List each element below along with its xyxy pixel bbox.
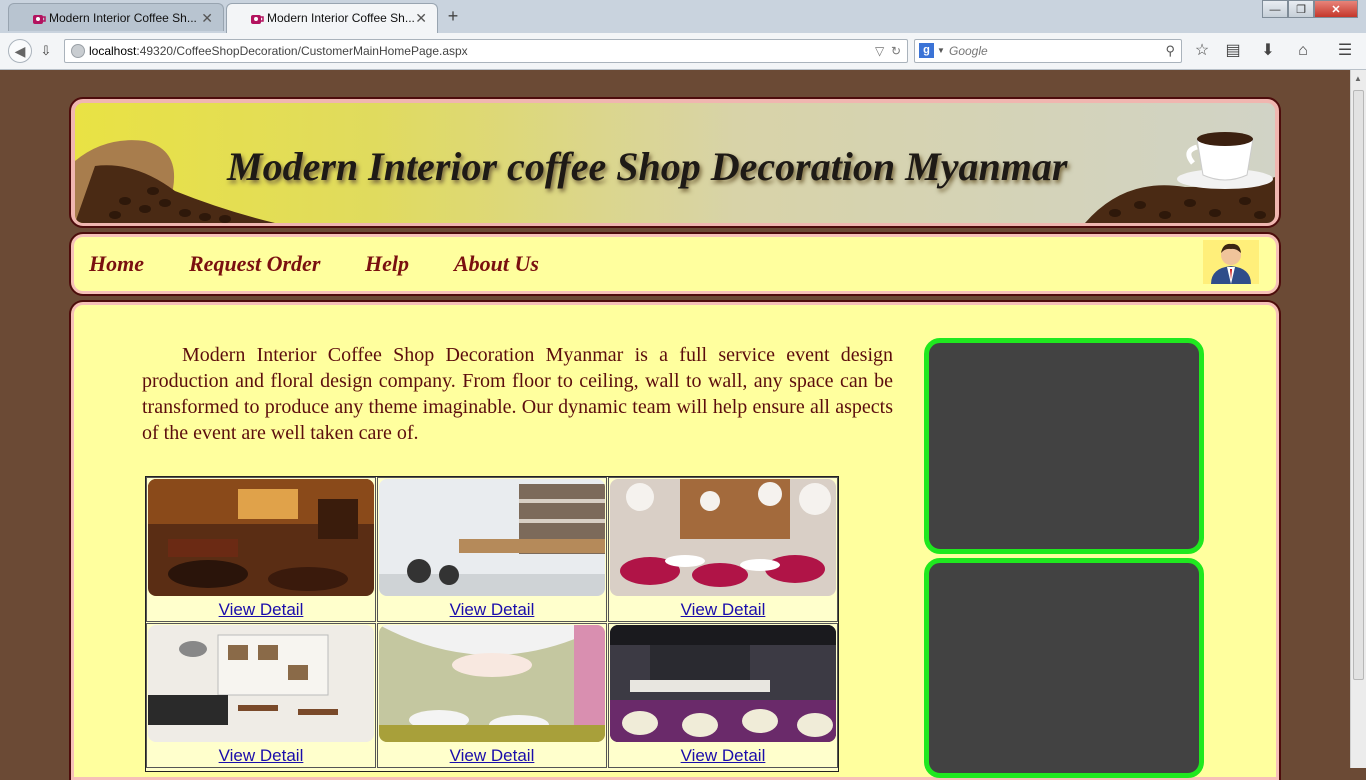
tab-title: Modern Interior Coffee Sh... (49, 11, 197, 25)
menu-hamburger-icon[interactable]: ☰ (1335, 41, 1355, 61)
browser-tab-1[interactable]: Modern Interior Coffee Sh... ✕ (8, 3, 224, 31)
back-arrow-icon: ◀ (14, 43, 26, 59)
header-banner: Modern Interior coffee Shop Decoration M… (75, 103, 1275, 223)
intro-paragraph: Modern Interior Coffee Shop Decoration M… (142, 344, 893, 444)
scroll-up-icon[interactable]: ▲ (1354, 74, 1362, 83)
vertical-scrollbar[interactable]: ▲ (1350, 70, 1366, 768)
address-bar[interactable]: localhost:49320/CoffeeShopDecoration/Cus… (64, 39, 908, 63)
futuristic-lounge-image (379, 625, 605, 742)
cup-favicon-icon (251, 15, 264, 24)
menu-home-link[interactable]: Home (89, 251, 144, 277)
reload-icon[interactable]: ↻ (891, 44, 901, 58)
tab-title: Modern Interior Coffee Sh... (267, 11, 415, 25)
new-tab-button[interactable]: + (445, 4, 461, 28)
scrollbar-thumb[interactable] (1353, 90, 1364, 680)
navigation-toolbar: ◀ ⇩ localhost:49320/CoffeeShopDecoration… (0, 33, 1366, 70)
gallery-cell: View Detail (146, 477, 376, 622)
view-detail-link[interactable]: View Detail (147, 746, 375, 766)
side-media-panel-2 (924, 558, 1204, 778)
browser-tab-2[interactable]: Modern Interior Coffee Sh... ✕ (226, 3, 438, 33)
close-tab-icon[interactable]: ✕ (201, 4, 213, 32)
side-media-panel-1 (924, 338, 1204, 554)
search-engine-dropdown-icon[interactable]: ▼ (937, 40, 945, 62)
menu-request-order-link[interactable]: Request Order (189, 251, 320, 277)
menu-help-link[interactable]: Help (365, 251, 409, 277)
white-bar-interior-image (379, 479, 605, 596)
gallery-cell: View Detail (608, 477, 838, 622)
gallery-cell: View Detail (377, 623, 607, 768)
lounge-interior-image (148, 479, 374, 596)
view-detail-link[interactable]: View Detail (147, 600, 375, 620)
purple-lounge-image (610, 625, 836, 742)
search-bar[interactable]: g ▼ Google ⚲ (914, 39, 1182, 63)
reading-list-icon[interactable]: ▤ (1223, 41, 1243, 61)
bookmark-star-icon[interactable]: ☆ (1192, 41, 1212, 61)
minimize-button[interactable]: — (1262, 0, 1288, 18)
url-text: localhost:49320/CoffeeShopDecoration/Cus… (89, 44, 468, 58)
gallery-cell: View Detail (146, 623, 376, 768)
download-page-icon[interactable]: ⇩ (36, 41, 56, 61)
gallery-cell: View Detail (377, 477, 607, 622)
banner-title: Modern Interior coffee Shop Decoration M… (227, 144, 1068, 189)
maximize-button[interactable]: ❐ (1288, 0, 1314, 18)
coffee-cup-image (1085, 132, 1275, 223)
view-detail-link[interactable]: View Detail (609, 600, 837, 620)
menu-about-us-link[interactable]: About Us (454, 251, 539, 277)
gallery-cell: View Detail (608, 623, 838, 768)
shelf-cafe-image (148, 625, 374, 742)
downloads-icon[interactable]: ⬇ (1258, 41, 1278, 61)
home-icon[interactable]: ⌂ (1293, 41, 1313, 61)
tab-strip: Modern Interior Coffee Sh... ✕ Modern In… (0, 0, 1366, 34)
back-button[interactable]: ◀ (8, 39, 32, 63)
view-detail-link[interactable]: View Detail (378, 600, 606, 620)
close-window-button[interactable]: ✕ (1314, 0, 1358, 18)
gallery-table: View Detail View Detail View Detail View… (145, 476, 839, 772)
red-chair-cafe-image (610, 479, 836, 596)
view-detail-link[interactable]: View Detail (609, 746, 837, 766)
user-avatar-icon[interactable] (1203, 240, 1259, 284)
view-detail-link[interactable]: View Detail (378, 746, 606, 766)
search-placeholder: Google (949, 44, 988, 58)
search-icon[interactable]: ⚲ (1165, 40, 1175, 62)
close-tab-icon[interactable]: ✕ (415, 4, 427, 32)
globe-icon (71, 44, 85, 58)
google-icon: g (919, 43, 934, 58)
cup-favicon-icon (33, 15, 46, 24)
window-controls: — ❐ ✕ (1262, 0, 1358, 20)
dropdown-arrow-icon[interactable]: ▽ (875, 44, 884, 58)
